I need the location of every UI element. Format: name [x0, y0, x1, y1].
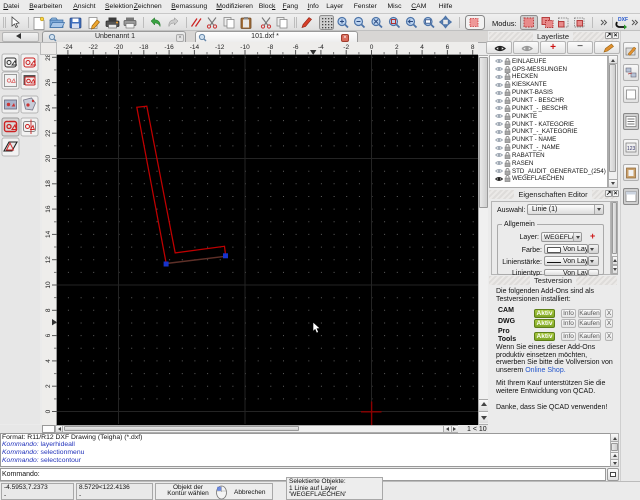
svg-text:-18: -18 — [139, 44, 149, 51]
svg-text:-16: -16 — [164, 44, 174, 51]
svg-text:20: 20 — [45, 155, 52, 163]
svg-text:-12: -12 — [215, 44, 225, 51]
svg-text:10: 10 — [45, 281, 52, 289]
svg-text:24: 24 — [45, 104, 52, 112]
svg-text:-6: -6 — [293, 44, 299, 51]
svg-text:-4: -4 — [318, 44, 324, 51]
svg-text:26: 26 — [45, 79, 52, 87]
svg-text:4: 4 — [420, 44, 424, 51]
svg-text:4: 4 — [45, 359, 52, 363]
svg-text:-2: -2 — [343, 44, 349, 51]
svg-text:6: 6 — [45, 333, 52, 337]
svg-text:-14: -14 — [190, 44, 200, 51]
svg-text:2: 2 — [395, 44, 399, 51]
svg-text:2: 2 — [45, 384, 52, 388]
svg-text:-10: -10 — [240, 44, 250, 51]
svg-text:8: 8 — [471, 44, 475, 51]
svg-text:8: 8 — [45, 308, 52, 312]
svg-text:18: 18 — [45, 180, 52, 188]
svg-text:0: 0 — [370, 44, 374, 51]
svg-text:16: 16 — [45, 205, 52, 213]
svg-text:14: 14 — [45, 230, 52, 238]
svg-text:DXF: DXF — [618, 17, 628, 23]
svg-text:12: 12 — [45, 256, 52, 264]
svg-text:28: 28 — [45, 55, 52, 61]
svg-text:0: 0 — [45, 409, 52, 413]
svg-text:22: 22 — [45, 129, 52, 137]
svg-text:6: 6 — [446, 44, 450, 51]
svg-text:-20: -20 — [114, 44, 124, 51]
svg-text:123: 123 — [627, 146, 636, 152]
svg-text:-22: -22 — [88, 44, 98, 51]
svg-text:-8: -8 — [267, 44, 273, 51]
svg-text:-24: -24 — [63, 44, 73, 51]
